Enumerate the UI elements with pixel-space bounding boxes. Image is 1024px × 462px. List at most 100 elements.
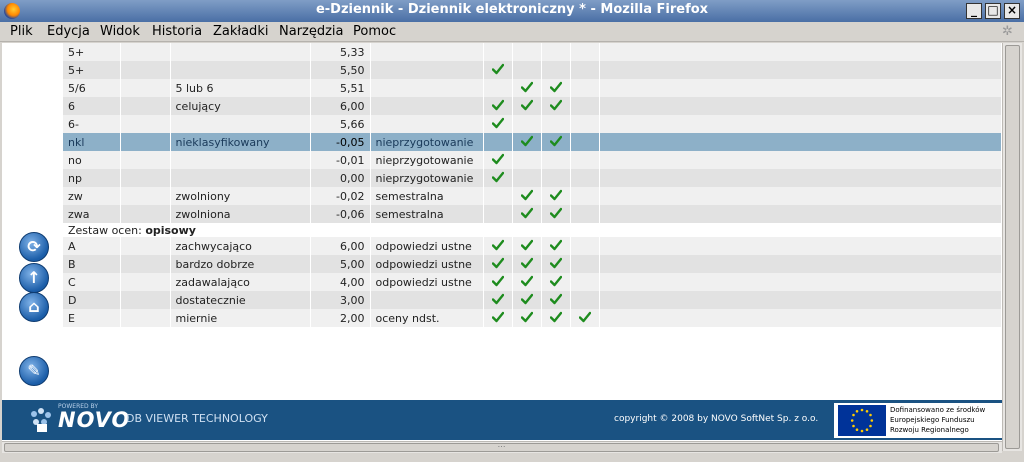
grade-code-cell: 5+ [63, 43, 121, 61]
empty-check-cell [512, 43, 542, 61]
grade-code-cell: zwa [63, 205, 121, 223]
filler-cell [599, 61, 1002, 79]
empty-check-cell [570, 133, 600, 151]
empty-check-cell [570, 169, 600, 187]
check-icon [483, 255, 513, 273]
empty-cell [120, 205, 171, 223]
home-icon[interactable]: ⌂ [19, 292, 49, 322]
eu-funding-box: Dofinansowano ze środków Europejskiego F… [834, 403, 1002, 438]
close-icon[interactable]: × [1004, 3, 1020, 19]
grade-desc-cell [370, 79, 484, 97]
table-row[interactable]: Czadawalająco 4,00 odpowiedzi ustne [63, 273, 1002, 291]
table-row[interactable]: Bbardzo dobrze 5,00 odpowiedzi ustne [63, 255, 1002, 273]
filler-cell [599, 169, 1002, 187]
horizontal-scroll-thumb[interactable]: ⋯ [4, 443, 999, 452]
grade-desc-cell: nieprzygotowanie [370, 151, 484, 169]
grade-name-cell [170, 61, 311, 79]
novo-brand: NOVO [58, 408, 131, 432]
menu-pomoc[interactable]: Pomoc [353, 24, 396, 39]
eu-funding-text: Dofinansowano ze środków Europejskiego F… [890, 406, 986, 434]
db-viewer-label: DB VIEWER TECHNOLOGY [126, 412, 268, 425]
grade-code-cell: E [63, 309, 121, 327]
table-row[interactable]: Azachwycająco 6,00 odpowiedzi ustne [63, 237, 1002, 255]
check-icon [541, 309, 571, 327]
check-icon [541, 133, 571, 151]
grade-name-cell: dostatecznie [170, 291, 311, 309]
empty-cell [120, 61, 171, 79]
table-row[interactable]: 6- 5,66 [63, 115, 1002, 133]
empty-check-cell [541, 151, 571, 169]
vertical-scroll-thumb[interactable] [1005, 45, 1020, 449]
filler-cell [599, 205, 1002, 223]
filler-cell [599, 115, 1002, 133]
filler-cell [599, 309, 1002, 327]
check-icon [512, 79, 542, 97]
grade-name-cell: zachwycająco [170, 237, 311, 255]
table-row[interactable]: 5/6 5 lub 6 5,51 [63, 79, 1002, 97]
grade-value-cell: 6,00 [310, 97, 371, 115]
empty-cell [120, 291, 171, 309]
browser-window: e-Dziennik - Dziennik elektroniczny * - … [0, 0, 1024, 462]
refresh-icon[interactable]: ⟳ [19, 232, 49, 262]
empty-check-cell [570, 187, 600, 205]
empty-check-cell [570, 273, 600, 291]
grades-table: 5+ 5,33 5+ 5,50 5/6 5 lub 6 5,51 6 celujący 6,00 6… [63, 43, 1002, 327]
empty-check-cell [483, 205, 513, 223]
maximize-icon[interactable]: □ [985, 3, 1001, 19]
menu-zakladki[interactable]: Zakładki [213, 24, 268, 39]
check-icon [512, 133, 542, 151]
check-icon [541, 187, 571, 205]
menu-narzedzia[interactable]: Narzędzia [279, 24, 344, 39]
grade-value-cell: 0,00 [310, 169, 371, 187]
empty-cell [120, 97, 171, 115]
grade-name-cell: celujący [170, 97, 311, 115]
menu-historia[interactable]: Historia [152, 24, 202, 39]
table-row[interactable]: zwa zwolniona -0,06 semestralna [63, 205, 1002, 223]
filler-cell [599, 43, 1002, 61]
check-icon [483, 273, 513, 291]
table-row[interactable]: 5+ 5,33 [63, 43, 1002, 61]
empty-cell [120, 115, 171, 133]
empty-check-cell [512, 115, 542, 133]
table-row[interactable]: np 0,00 nieprzygotowanie [63, 169, 1002, 187]
grade-value-cell: -0,01 [310, 151, 371, 169]
horizontal-scrollbar[interactable]: ⋯ [2, 441, 1002, 453]
check-icon [541, 291, 571, 309]
section-header-row: Zestaw ocen: opisowy [63, 223, 1002, 237]
menu-widok[interactable]: Widok [100, 24, 140, 39]
grade-code-cell: A [63, 237, 121, 255]
menu-plik[interactable]: Plik [10, 24, 33, 39]
grade-code-cell: D [63, 291, 121, 309]
vertical-scrollbar[interactable] [1002, 43, 1022, 451]
arrow-up-icon[interactable]: ↑ [19, 263, 49, 293]
table-row[interactable]: Ddostatecznie 3,00 [63, 291, 1002, 309]
table-row[interactable]: no -0,01 nieprzygotowanie [63, 151, 1002, 169]
check-icon [512, 205, 542, 223]
check-icon [483, 237, 513, 255]
minimize-icon[interactable]: _ [966, 3, 982, 19]
page-content: 5+ 5,33 5+ 5,50 5/6 5 lub 6 5,51 6 celujący 6,00 6… [2, 43, 1002, 451]
empty-check-cell [570, 205, 600, 223]
table-row[interactable]: Emiernie 2,00 oceny ndst. [63, 309, 1002, 327]
grade-code-cell: B [63, 255, 121, 273]
empty-check-cell [483, 187, 513, 205]
menu-edycja[interactable]: Edycja [47, 24, 90, 39]
table-row[interactable]: 5+ 5,50 [63, 61, 1002, 79]
check-icon [570, 309, 600, 327]
table-row[interactable]: 6 celujący 6,00 [63, 97, 1002, 115]
grade-code-cell: 6- [63, 115, 121, 133]
table-row[interactable]: zw zwolniony -0,02 semestralna [63, 187, 1002, 205]
edit-icon[interactable]: ✎ [19, 356, 49, 386]
grade-desc-cell: semestralna [370, 187, 484, 205]
title-bar: e-Dziennik - Dziennik elektroniczny * - … [0, 0, 1024, 22]
check-icon [512, 187, 542, 205]
filler-cell [599, 133, 1002, 151]
footer-banner: POWERED BY NOVO DB VIEWER TECHNOLOGY cop… [2, 400, 1002, 440]
table-row[interactable]: nkl nieklasyfikowany -0,05 nieprzygotowanie [63, 133, 1002, 151]
empty-cell [120, 151, 171, 169]
grade-code-cell: 6 [63, 97, 121, 115]
empty-cell [120, 187, 171, 205]
grade-name-cell: zwolniony [170, 187, 311, 205]
grade-code-cell: C [63, 273, 121, 291]
empty-check-cell [483, 133, 513, 151]
